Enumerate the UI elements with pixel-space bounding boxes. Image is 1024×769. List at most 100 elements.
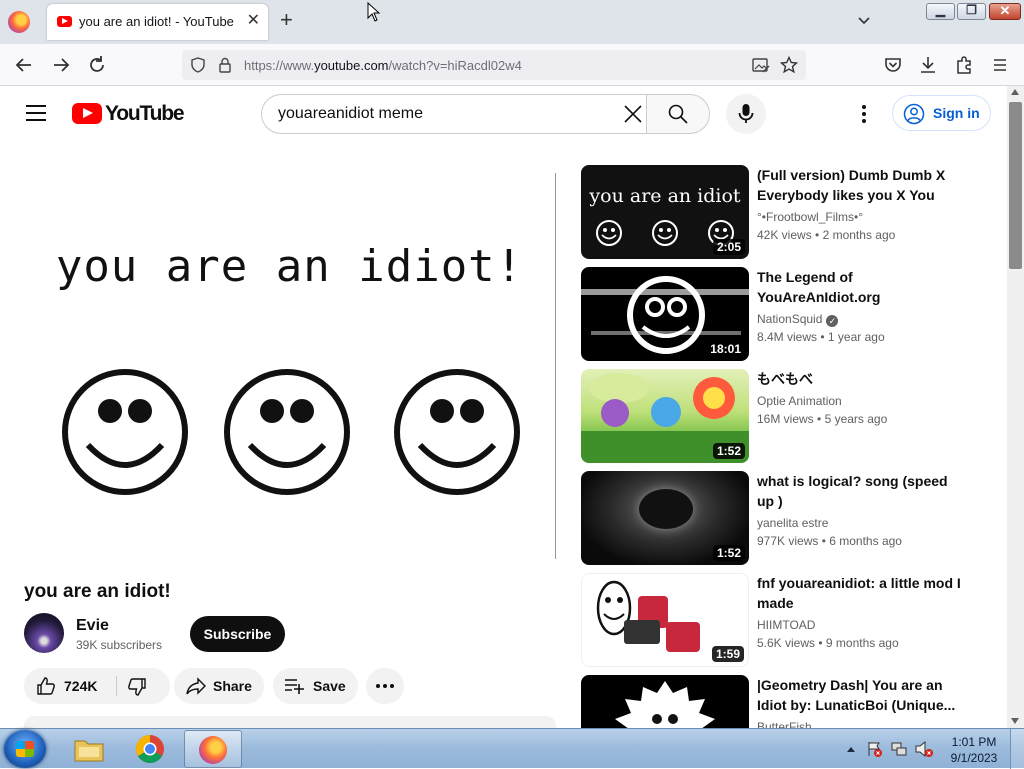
- scroll-down-arrow-icon[interactable]: [1011, 718, 1019, 724]
- firefox-icon: [199, 736, 227, 764]
- url-text[interactable]: https://www.youtube.com/watch?v=hiRacdl0…: [244, 58, 522, 73]
- list-all-tabs-icon[interactable]: [856, 12, 872, 28]
- picture-permissions-icon[interactable]: [752, 57, 770, 73]
- share-arrow-icon: [186, 677, 206, 695]
- clear-search-icon[interactable]: [621, 102, 645, 126]
- spiky-smiley-icon: [615, 681, 715, 728]
- scrollbar-thumb[interactable]: [1009, 102, 1022, 269]
- taskbar-explorer[interactable]: [60, 730, 118, 768]
- recommendation-title[interactable]: The Legend of YouAreAnIdiot.org: [757, 267, 962, 307]
- video-thumbnail[interactable]: [581, 675, 749, 728]
- like-dislike-group: 724K: [24, 668, 170, 704]
- video-duration: 18:01: [706, 341, 745, 357]
- subscribe-button[interactable]: Subscribe: [190, 616, 285, 652]
- settings-more-icon[interactable]: [854, 101, 874, 127]
- scroll-up-arrow-icon[interactable]: [1011, 89, 1019, 95]
- recommendation-title[interactable]: what is logical? song (speed up ): [757, 471, 962, 511]
- recommendation-item[interactable]: 18:01 The Legend of YouAreAnIdiot.org Na…: [581, 267, 1001, 363]
- downloads-icon[interactable]: [917, 54, 939, 76]
- tab-title: you are an idiot! - YouTube: [79, 14, 234, 29]
- show-desktop-button[interactable]: [1010, 729, 1024, 769]
- close-window-button[interactable]: ✕: [989, 3, 1021, 20]
- bookmark-star-icon[interactable]: [780, 56, 798, 74]
- mouse-cursor-icon: [367, 2, 381, 22]
- recommendation-title[interactable]: |Geometry Dash| You are an Idiot by: Lun…: [757, 675, 962, 715]
- video-duration: 1:59: [711, 646, 744, 662]
- channel-avatar[interactable]: [24, 613, 64, 653]
- network-icon[interactable]: [890, 740, 908, 758]
- forward-arrow-icon[interactable]: [50, 54, 72, 76]
- browser-nav-bar: https://www.youtube.com/watch?v=hiRacdl0…: [0, 44, 1024, 86]
- voice-search-button[interactable]: [726, 94, 766, 134]
- pocket-icon[interactable]: [882, 54, 904, 76]
- new-tab-button[interactable]: +: [280, 9, 293, 31]
- youtube-favicon-icon: [57, 16, 72, 27]
- recommendation-meta: 5.6K views • 9 months ago: [757, 636, 899, 650]
- restore-button[interactable]: ❐: [957, 3, 986, 20]
- recommendation-channel[interactable]: °•Frootbowl_Films•°: [757, 210, 863, 224]
- volume-muted-icon[interactable]: [914, 740, 934, 758]
- browser-tab-youtube[interactable]: you are an idiot! - YouTube ✕: [47, 4, 268, 40]
- tab-close-button[interactable]: ✕: [247, 12, 260, 30]
- video-thumbnail[interactable]: you are an idiot 2:05: [581, 165, 749, 259]
- sign-in-label: Sign in: [933, 105, 980, 121]
- app-menu-icon[interactable]: [989, 54, 1011, 76]
- video-thumbnail[interactable]: 18:01: [581, 267, 749, 361]
- youtube-header: YouTube youareanidiot meme Sign in: [0, 87, 1008, 143]
- thumbnail-text: you are an idiot: [589, 185, 741, 207]
- recommendation-item[interactable]: |Geometry Dash| You are an Idiot by: Lun…: [581, 675, 1001, 728]
- smiley-face-icon: [394, 369, 520, 495]
- video-thumbnail[interactable]: 1:52: [581, 471, 749, 565]
- save-button[interactable]: Save: [273, 668, 358, 704]
- video-player[interactable]: you are an idiot!: [24, 173, 556, 559]
- recommendation-title[interactable]: (Full version) Dumb Dumb X Everybody lik…: [757, 165, 962, 205]
- recommendation-channel[interactable]: ButterFish: [757, 720, 812, 728]
- page-scrollbar[interactable]: [1007, 86, 1024, 728]
- video-thumbnail[interactable]: 1:59: [581, 573, 749, 667]
- show-hidden-icons-icon[interactable]: [846, 745, 856, 753]
- share-button[interactable]: Share: [174, 668, 264, 704]
- like-button[interactable]: 724K: [24, 668, 114, 704]
- browser-tab-strip: you are an idiot! - YouTube ✕ + ▁ ❐ ✕: [0, 0, 1024, 44]
- lock-icon[interactable]: [218, 57, 232, 73]
- taskbar-firefox[interactable]: [184, 730, 242, 768]
- guide-menu-icon[interactable]: [26, 105, 46, 121]
- recommendation-channel[interactable]: Optie Animation: [757, 394, 842, 408]
- search-input[interactable]: youareanidiot meme: [261, 94, 647, 134]
- reload-icon[interactable]: [86, 54, 108, 76]
- recommendation-item[interactable]: 1:52 もべもべ Optie Animation 16M views • 5 …: [581, 369, 1001, 465]
- back-arrow-icon[interactable]: [13, 54, 35, 76]
- windows-taskbar: 1:01 PM 9/1/2023: [0, 728, 1024, 769]
- recommendation-item[interactable]: you are an idiot 2:05 (Full version) Dum…: [581, 165, 1001, 261]
- recommendation-item[interactable]: 1:59 fnf youareanidiot: a little mod I m…: [581, 573, 1001, 669]
- url-bar[interactable]: https://www.youtube.com/watch?v=hiRacdl0…: [182, 50, 806, 80]
- recommendation-item[interactable]: 1:52 what is logical? song (speed up ) y…: [581, 471, 1001, 567]
- channel-name[interactable]: Evie: [76, 617, 109, 635]
- system-clock[interactable]: 1:01 PM 9/1/2023: [946, 734, 1002, 766]
- youtube-logo-text: YouTube: [105, 102, 185, 125]
- save-label: Save: [313, 678, 346, 694]
- minimize-button[interactable]: ▁: [926, 3, 955, 20]
- recommendation-channel[interactable]: yanelita estre: [757, 516, 828, 530]
- recommendation-channel[interactable]: HIIMTOAD: [757, 618, 815, 632]
- search-button[interactable]: [646, 94, 710, 134]
- dislike-button[interactable]: [117, 668, 170, 704]
- firefox-view-icon[interactable]: [8, 11, 30, 33]
- search-query[interactable]: youareanidiot meme: [278, 105, 423, 123]
- sign-in-button[interactable]: Sign in: [892, 95, 991, 131]
- tracking-shield-icon[interactable]: [190, 57, 206, 73]
- recommendation-title[interactable]: もべもべ: [757, 369, 962, 389]
- video-thumbnail[interactable]: 1:52: [581, 369, 749, 463]
- recommendation-channel[interactable]: NationSquid ✓: [757, 312, 839, 327]
- recommendation-title[interactable]: fnf youareanidiot: a little mod I made: [757, 573, 962, 613]
- more-actions-button[interactable]: [366, 668, 404, 704]
- extensions-icon[interactable]: [953, 54, 975, 76]
- share-label: Share: [213, 678, 252, 694]
- thumbs-down-icon: [128, 678, 146, 696]
- start-button[interactable]: [4, 730, 46, 768]
- video-duration: 2:05: [712, 239, 745, 255]
- playlist-add-icon: [285, 679, 304, 694]
- recommendation-meta: 977K views • 6 months ago: [757, 534, 902, 548]
- action-center-flag-icon[interactable]: [866, 740, 884, 758]
- taskbar-chrome[interactable]: [122, 730, 180, 768]
